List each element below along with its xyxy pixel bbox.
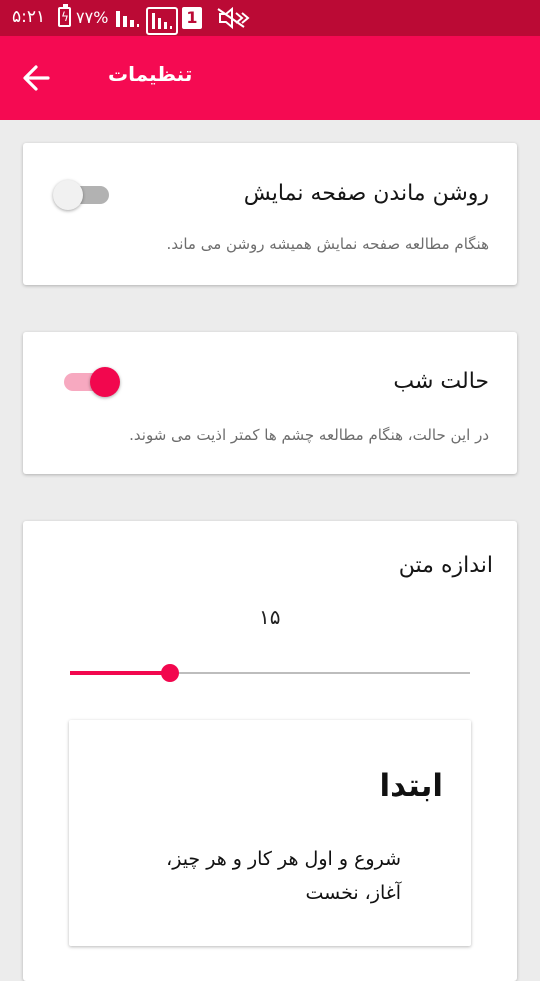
slider-thumb[interactable] xyxy=(161,664,179,682)
page-title: تنظیمات xyxy=(108,62,193,86)
text-size-title: اندازه متن xyxy=(398,553,493,578)
status-bar: ۵:۲۱ ϟ ۷۷% 1 xyxy=(0,0,540,36)
battery-charging-icon: ϟ xyxy=(58,4,71,27)
keep-screen-on-description: هنگام مطالعه صفحه نمایش همیشه روشن می ما… xyxy=(166,235,489,253)
text-size-value: ۱۵ xyxy=(259,605,281,629)
keep-screen-on-title: روشن ماندن صفحه نمایش xyxy=(243,181,489,206)
battery-percent: ۷۷% xyxy=(76,8,109,27)
app-bar: تنظیمات xyxy=(0,36,540,120)
setting-card-keep-screen-on: روشن ماندن صفحه نمایش هنگام مطالعه صفحه … xyxy=(23,143,517,285)
toggle-thumb xyxy=(53,180,83,210)
night-mode-toggle[interactable] xyxy=(60,363,122,399)
night-mode-description: در این حالت، هنگام مطالعه چشم ها کمتر اذ… xyxy=(129,426,489,444)
setting-card-text-size: اندازه متن ۱۵ ابتدا شروع و اول هر کار و … xyxy=(23,521,517,981)
arrow-back-icon[interactable] xyxy=(18,59,56,97)
setting-card-night-mode: حالت شب در این حالت، هنگام مطالعه چشم ها… xyxy=(23,332,517,474)
text-size-slider[interactable] xyxy=(70,661,470,685)
text-preview-card: ابتدا شروع و اول هر کار و هر چیز، آغاز، … xyxy=(69,720,471,946)
status-time: ۵:۲۱ xyxy=(12,7,46,27)
preview-word: ابتدا xyxy=(379,768,443,804)
night-mode-title: حالت شب xyxy=(393,369,489,394)
preview-meaning: شروع و اول هر کار و هر چیز، آغاز، نخست xyxy=(166,848,401,904)
mute-icon xyxy=(217,7,250,29)
signal-icon xyxy=(146,7,178,35)
toggle-thumb xyxy=(90,367,120,397)
sim-icon: 1 xyxy=(182,7,202,29)
slider-fill xyxy=(70,671,170,675)
keep-screen-on-toggle[interactable] xyxy=(53,176,115,212)
signal-icon xyxy=(116,11,139,27)
